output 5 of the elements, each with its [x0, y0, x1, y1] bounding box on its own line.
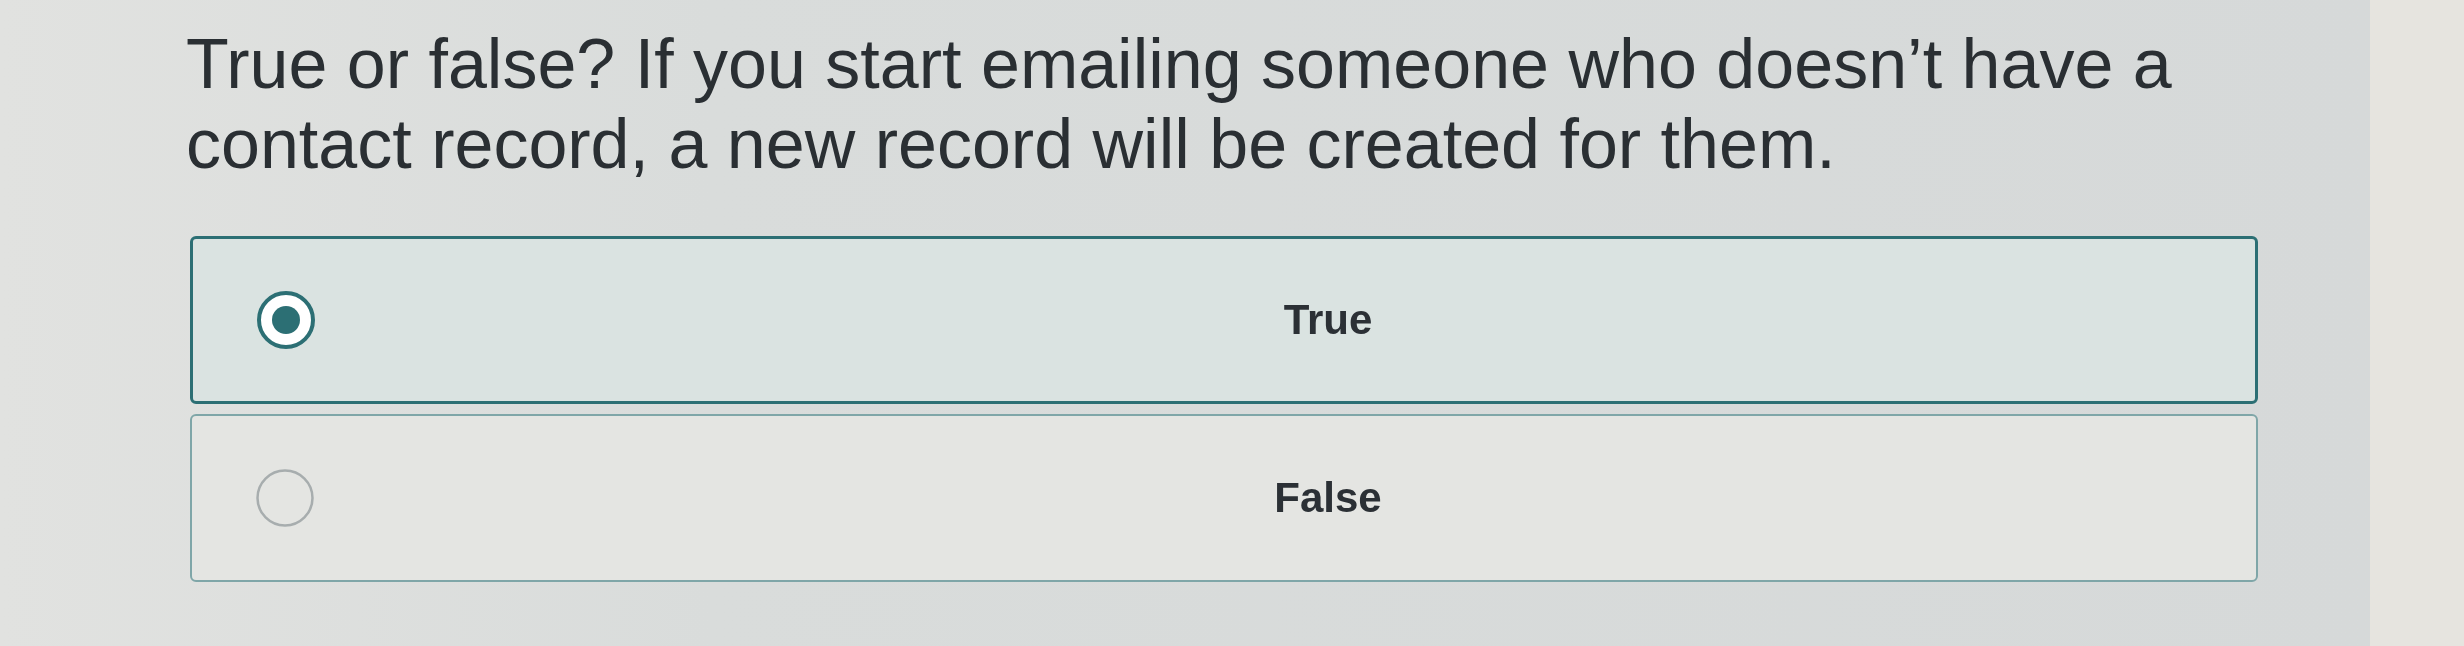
answer-option[interactable]: False [190, 414, 2258, 582]
question-text: True or false? If you start emailing someone who doesn’t have a contact record, a new record will be created for them. [186, 24, 2173, 184]
radio-button[interactable] [256, 469, 314, 527]
answer-option[interactable]: True [190, 236, 2258, 404]
radio-button[interactable] [257, 291, 315, 349]
